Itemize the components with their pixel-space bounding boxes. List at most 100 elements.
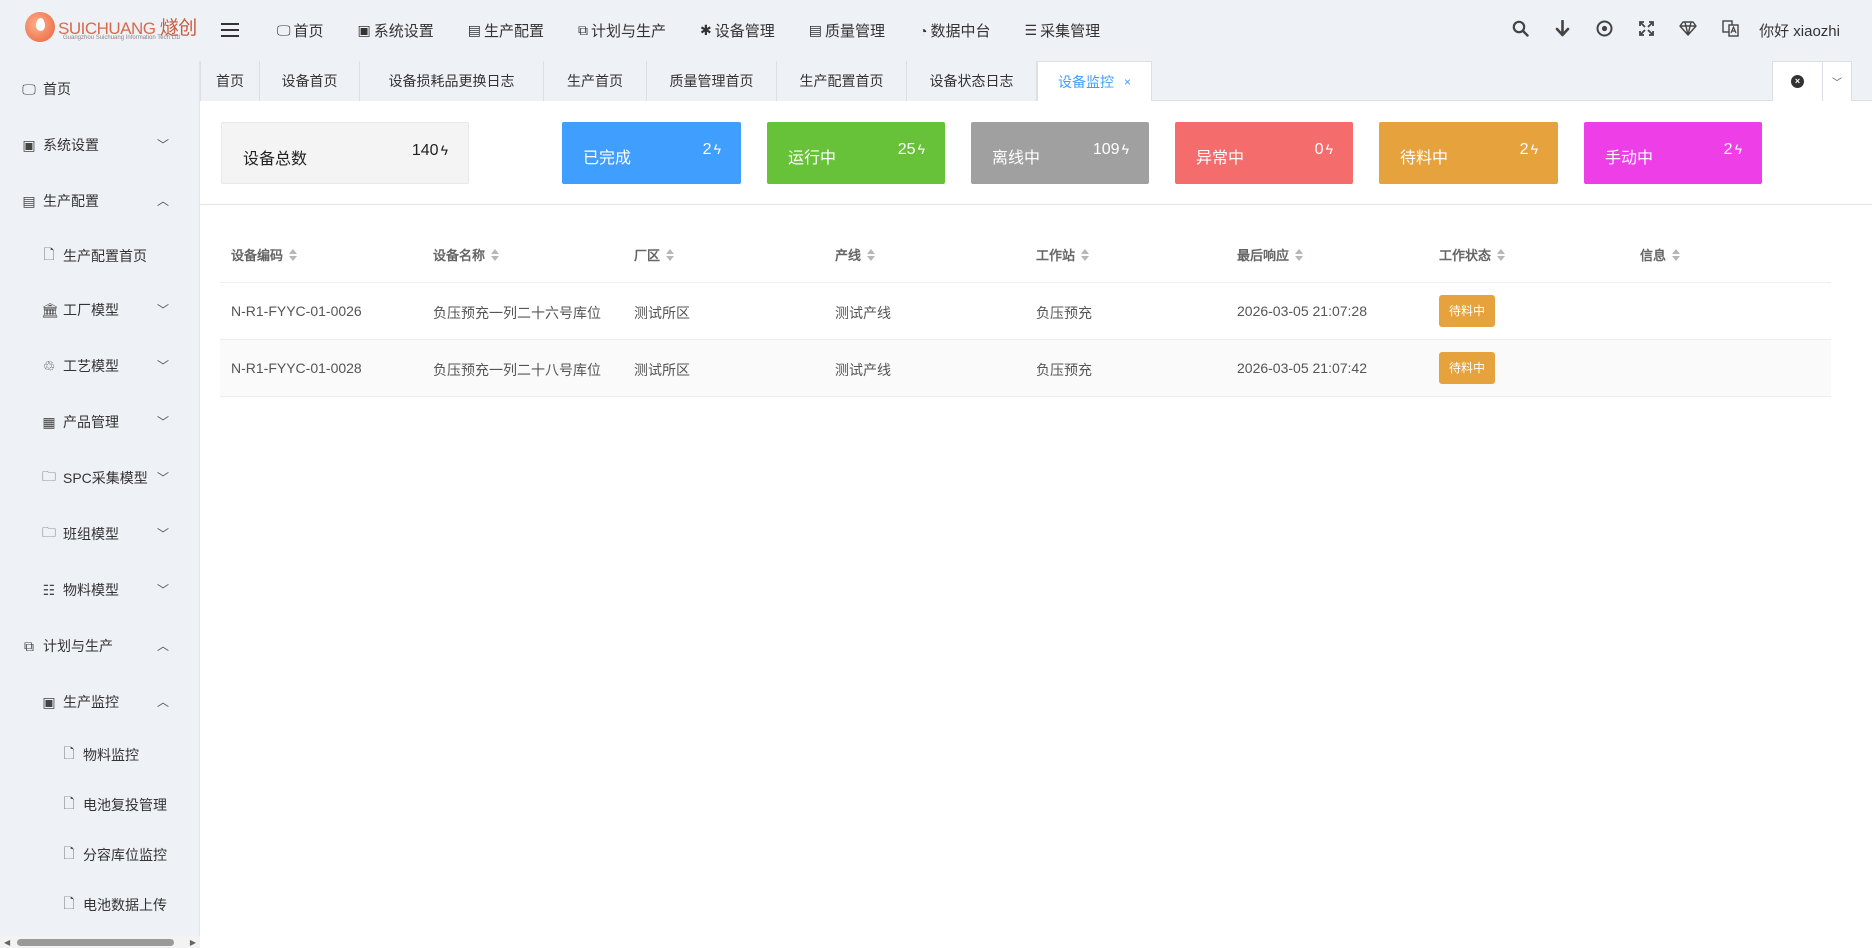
column-header-code[interactable]: 设备编码 bbox=[231, 245, 298, 264]
sort-icon[interactable] bbox=[867, 248, 876, 261]
sidebar-item-battery-reinput[interactable]: 🗋 电池复投管理 bbox=[0, 780, 199, 830]
chevron-down-icon: ﹀ bbox=[156, 527, 169, 541]
scroll-left-icon[interactable]: ◀ bbox=[4, 938, 10, 947]
tab-quality-home[interactable]: 质量管理首页 bbox=[647, 61, 777, 101]
topnav-quality[interactable]: ▤ 质量管理 bbox=[809, 20, 885, 41]
stat-value: 25 bbox=[897, 141, 916, 158]
target-icon[interactable] bbox=[1583, 20, 1625, 42]
fullscreen-icon[interactable] bbox=[1625, 20, 1667, 41]
column-header-name[interactable]: 设备名称 bbox=[433, 245, 500, 264]
sidebar-item-capacity-location-monitor[interactable]: 🗋 分容库位监控 bbox=[0, 830, 199, 880]
sidebar-item-battery-data-upload[interactable]: 🗋 电池数据上传 bbox=[0, 880, 199, 930]
chevron-up-icon: ︿ bbox=[156, 695, 169, 709]
cell-station: 负压预充 bbox=[1036, 305, 1092, 321]
sidebar-item-team-model[interactable]: 🗀 班组模型 ﹀ bbox=[0, 506, 199, 562]
topnav-production-config[interactable]: ▤ 生产配置 bbox=[468, 20, 544, 41]
sidebar-item-material-model[interactable]: ☷ 物料模型 ﹀ bbox=[0, 562, 199, 618]
stat-abnormal[interactable]: 异常中 0ϟ bbox=[1175, 122, 1353, 184]
menu-toggle-icon[interactable] bbox=[221, 23, 239, 37]
sidebar-item-product-mgmt[interactable]: ▦ 产品管理 ﹀ bbox=[0, 394, 199, 450]
stat-total-devices: 设备总数 140 ϟ bbox=[221, 122, 469, 184]
sidebar-item-spc-model[interactable]: 🗀 SPC采集模型 ﹀ bbox=[0, 450, 199, 506]
stat-waiting-material[interactable]: 待料中 2ϟ bbox=[1379, 122, 1558, 184]
sidebar-item-system-settings[interactable]: ▣ 系统设置 ﹀ bbox=[0, 117, 199, 173]
tab-equipment-status-log[interactable]: 设备状态日志 bbox=[907, 61, 1037, 101]
equipment-table: 设备编码 设备名称 厂区 产线 工作站 最后响应 工作状态 信息 N-R1-FY… bbox=[220, 222, 1831, 397]
close-all-tabs-button[interactable]: × bbox=[1773, 62, 1823, 101]
chevron-up-icon: ︿ bbox=[156, 194, 169, 208]
list-icon: ☷ bbox=[42, 581, 56, 598]
table-row[interactable]: N-R1-FYYC-01-0026 负压预充一列二十六号库位 测试所区 测试产线… bbox=[220, 283, 1831, 340]
topnav-plan-production[interactable]: ⧉ 计划与生产 bbox=[578, 20, 666, 41]
search-icon[interactable] bbox=[1499, 20, 1541, 42]
arrow-down-icon[interactable] bbox=[1541, 19, 1583, 42]
sort-icon[interactable] bbox=[666, 248, 675, 261]
tab-production-config-home[interactable]: 生产配置首页 bbox=[777, 61, 907, 101]
translate-icon[interactable] bbox=[1709, 19, 1751, 42]
sidebar-item-plan-production[interactable]: ⧉ 计划与生产 ︿ bbox=[0, 618, 199, 674]
chevron-down-icon: ﹀ bbox=[156, 303, 169, 317]
sidebar-item-production-config[interactable]: ▤ 生产配置 ︿ bbox=[0, 173, 199, 229]
topnav-equipment[interactable]: ✱ 设备管理 bbox=[700, 20, 775, 41]
column-header-station[interactable]: 工作站 bbox=[1036, 245, 1090, 264]
monitor-icon: 🖵 bbox=[22, 80, 36, 97]
sidebar-item-factory-model[interactable]: 🏛 工厂模型 ﹀ bbox=[0, 282, 199, 338]
table-row[interactable]: N-R1-FYYC-01-0028 负压预充一列二十八号库位 测试所区 测试产线… bbox=[220, 340, 1831, 397]
tab-consumables-log[interactable]: 设备损耗品更换日志 bbox=[360, 61, 544, 101]
sidebar-item-home[interactable]: 🖵 首页 bbox=[0, 61, 199, 117]
stat-running[interactable]: 运行中 25 ϟ bbox=[767, 122, 945, 184]
topnav-collection[interactable]: ☰ 采集管理 bbox=[1025, 20, 1101, 41]
column-header-factory[interactable]: 厂区 bbox=[634, 245, 675, 264]
main-content: 设备总数 140 ϟ 已完成 2ϟ 运行中 25 ϟ 离线中 109 ϟ 异常中 0ϟ… bbox=[200, 101, 1872, 948]
topnav-system-settings[interactable]: ▣ 系统设置 bbox=[358, 20, 434, 41]
column-header-line[interactable]: 产线 bbox=[835, 245, 876, 264]
stat-completed[interactable]: 已完成 2ϟ bbox=[562, 122, 741, 184]
diamond-icon[interactable] bbox=[1667, 20, 1709, 41]
scroll-right-icon[interactable]: ▶ bbox=[190, 938, 196, 947]
status-summary: 设备总数 140 ϟ 已完成 2ϟ 运行中 25 ϟ 离线中 109 ϟ 异常中 0ϟ… bbox=[200, 101, 1872, 205]
topnav-data-center[interactable]: ◔ 数据中台 bbox=[919, 20, 990, 41]
sidebar-item-production-monitor[interactable]: ▣ 生产监控 ︿ bbox=[0, 674, 199, 730]
briefcase-icon: ▤ bbox=[467, 22, 481, 38]
sort-icon[interactable] bbox=[491, 248, 500, 261]
cell-name: 负压预充一列二十六号库位 bbox=[433, 305, 601, 321]
tab-home[interactable]: 首页 bbox=[200, 61, 260, 101]
scrollbar-thumb[interactable] bbox=[17, 939, 174, 946]
cell-last-response: 2026-03-05 21:07:42 bbox=[1237, 360, 1367, 376]
stat-value: 2 bbox=[1519, 141, 1529, 158]
sidebar-item-process-model[interactable]: ♲ 工艺模型 ﹀ bbox=[0, 338, 199, 394]
monitor-settings-icon: ▣ bbox=[42, 693, 56, 710]
briefcase-icon: ▤ bbox=[22, 192, 36, 209]
cycle-icon: ♲ bbox=[42, 357, 56, 374]
table-header: 设备编码 设备名称 厂区 产线 工作站 最后响应 工作状态 信息 bbox=[220, 222, 1831, 283]
tab-close-icon[interactable]: × bbox=[1124, 75, 1131, 89]
topnav-home[interactable]: 🖵 首页 bbox=[277, 20, 324, 41]
tab-equipment-home[interactable]: 设备首页 bbox=[260, 61, 360, 101]
sidebar-horizontal-scrollbar[interactable]: ◀ ▶ bbox=[0, 936, 200, 948]
column-header-last-response[interactable]: 最后响应 bbox=[1237, 245, 1304, 264]
sort-icon[interactable] bbox=[1081, 248, 1090, 261]
folder-icon: 🗀 bbox=[42, 468, 56, 484]
sort-icon[interactable] bbox=[1295, 248, 1304, 261]
sort-icon[interactable] bbox=[289, 248, 298, 261]
sidebar: 🖵 首页 ▣ 系统设置 ﹀ ▤ 生产配置 ︿ 🗋 生产配置首页 🏛 工厂模型 ﹀ ♲ 工艺模型 ﹀ … bbox=[0, 61, 200, 948]
sort-icon[interactable] bbox=[1672, 248, 1681, 261]
file-icon: 🗋 bbox=[63, 795, 75, 811]
tab-equipment-monitor[interactable]: 设备监控 × bbox=[1037, 61, 1152, 102]
logo[interactable]: SUICHUANG 燧创 Guangzhou Suichuang Informa… bbox=[25, 10, 200, 48]
column-header-status[interactable]: 工作状态 bbox=[1439, 245, 1506, 264]
tab-tools: × ﹀ bbox=[1772, 61, 1852, 101]
user-greeting[interactable]: 你好 xiaozhi bbox=[1759, 20, 1840, 41]
sidebar-item-production-config-home[interactable]: 🗋 生产配置首页 bbox=[0, 229, 199, 282]
stat-offline[interactable]: 离线中 109 ϟ bbox=[971, 122, 1149, 184]
status-badge: 待料中 bbox=[1439, 295, 1496, 327]
tab-production-home[interactable]: 生产首页 bbox=[544, 61, 647, 101]
sort-icon[interactable] bbox=[1497, 248, 1506, 261]
stat-value: 140 bbox=[411, 142, 439, 159]
tabs-dropdown-button[interactable]: ﹀ bbox=[1823, 62, 1851, 101]
sidebar-item-material-monitor[interactable]: 🗋 物料监控 bbox=[0, 730, 199, 780]
chevron-up-icon: ︿ bbox=[156, 639, 169, 653]
cell-code: N-R1-FYYC-01-0026 bbox=[231, 303, 362, 319]
stat-manual[interactable]: 手动中 2ϟ bbox=[1584, 122, 1762, 184]
column-header-info[interactable]: 信息 bbox=[1640, 245, 1681, 264]
